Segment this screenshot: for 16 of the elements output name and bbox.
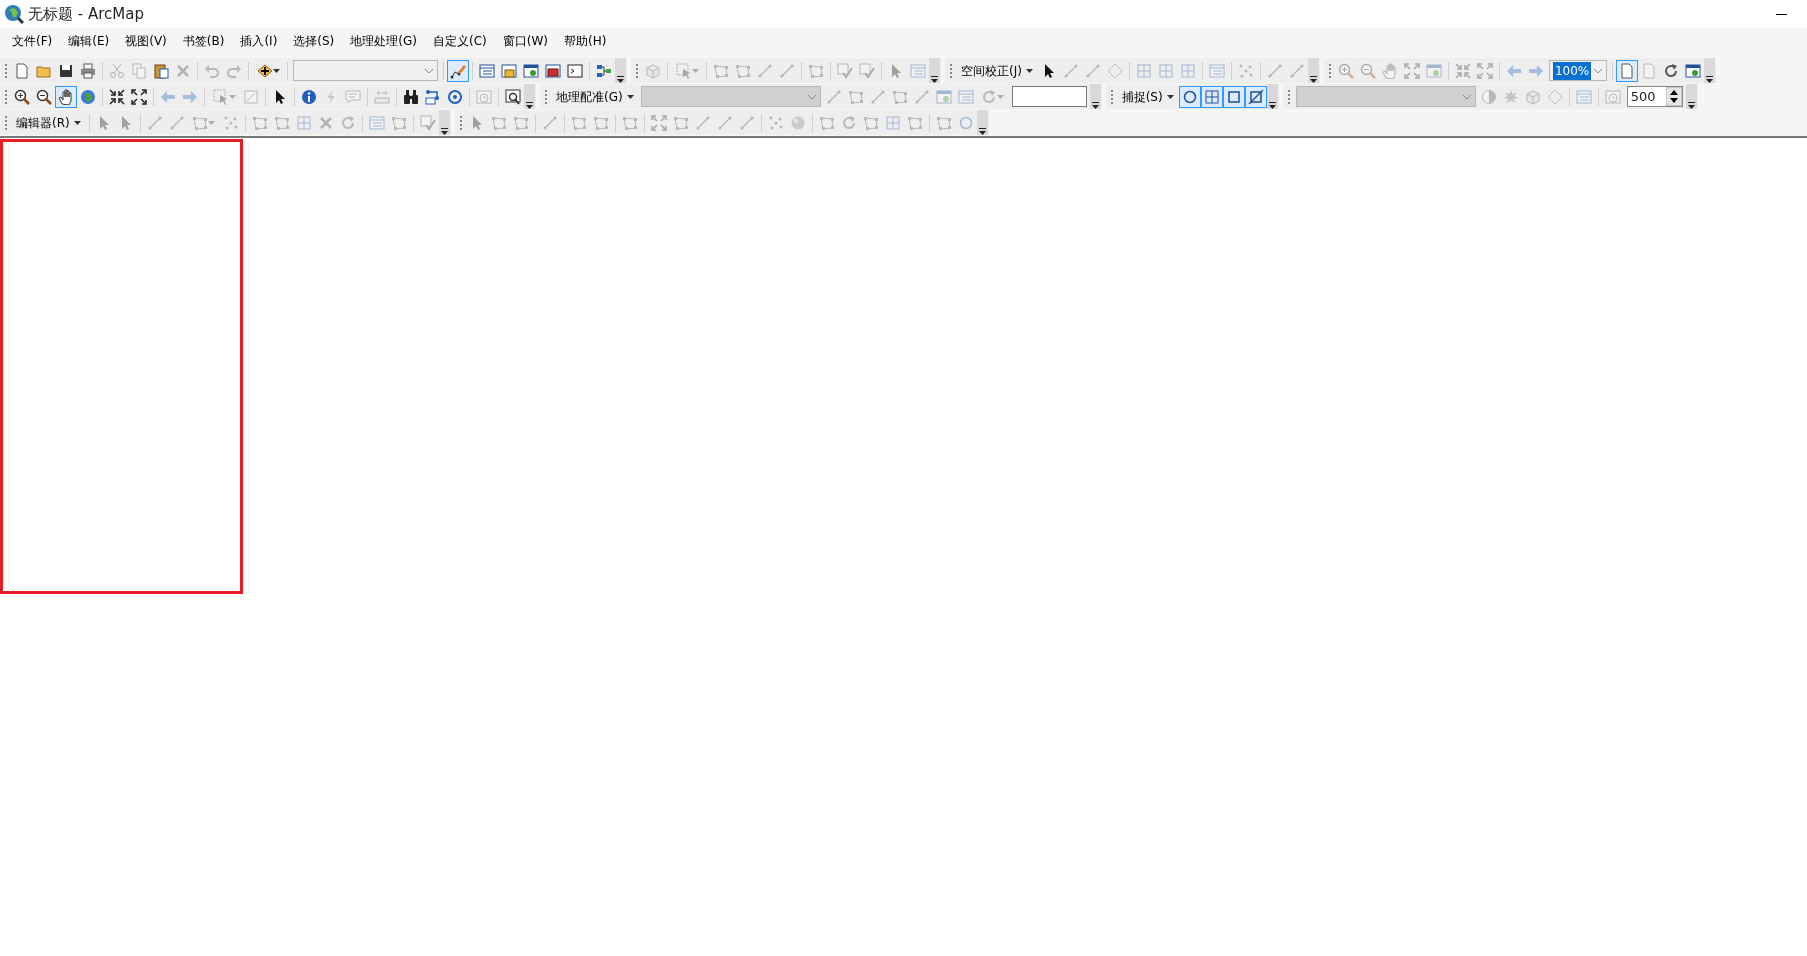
toolbar-menu[interactable]: 地理配准(G) <box>551 87 639 106</box>
menu-item[interactable]: 视图(V) <box>117 30 175 52</box>
menu-item[interactable]: 书签(B) <box>174 30 233 52</box>
menu-item[interactable]: 插入(I) <box>232 30 286 52</box>
menu-item[interactable]: 窗口(W) <box>494 30 556 52</box>
menu-item[interactable]: 选择(S) <box>285 30 343 52</box>
toolbar-menu[interactable]: 空间校正(J) <box>956 61 1038 80</box>
toolbar-menu[interactable]: 编辑器(R) <box>11 113 86 132</box>
menu-item[interactable]: 文件(F) <box>4 30 61 52</box>
spinner-field[interactable]: 500 <box>1626 86 1683 107</box>
menu-item[interactable]: 帮助(H) <box>555 30 615 52</box>
window-title: 无标题 - ArcMap <box>28 3 144 25</box>
toolbar-menu[interactable]: 捕捉(S) <box>1116 87 1179 106</box>
menu-item[interactable]: 自定义(C) <box>424 30 495 52</box>
menu-item[interactable]: 编辑(E) <box>60 30 118 52</box>
menu-item[interactable]: 地理处理(G) <box>342 30 425 52</box>
